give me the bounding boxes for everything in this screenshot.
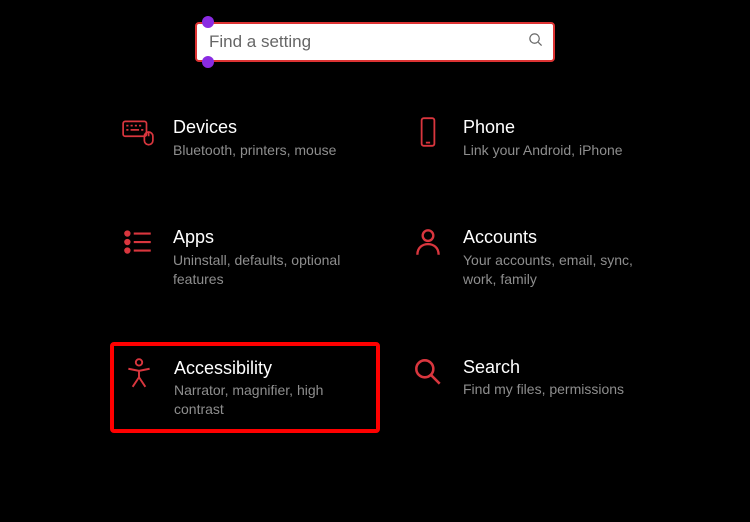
category-title: Devices bbox=[173, 117, 369, 139]
person-icon bbox=[411, 225, 445, 259]
category-search[interactable]: Search Find my files, permissions bbox=[400, 342, 670, 433]
category-title: Search bbox=[463, 357, 659, 379]
category-accounts[interactable]: Accounts Your accounts, email, sync, wor… bbox=[400, 212, 670, 301]
search-input[interactable] bbox=[195, 22, 555, 62]
category-phone[interactable]: Phone Link your Android, iPhone bbox=[400, 102, 670, 172]
category-desc: Bluetooth, printers, mouse bbox=[173, 141, 363, 160]
category-text: Search Find my files, permissions bbox=[463, 355, 659, 399]
category-devices[interactable]: Devices Bluetooth, printers, mouse bbox=[110, 102, 380, 172]
keyboard-mouse-icon bbox=[121, 115, 155, 149]
category-text: Accessibility Narrator, magnifier, high … bbox=[174, 356, 368, 419]
category-text: Accounts Your accounts, email, sync, wor… bbox=[463, 225, 659, 288]
category-desc: Find my files, permissions bbox=[463, 380, 653, 399]
category-text: Devices Bluetooth, printers, mouse bbox=[173, 115, 369, 159]
list-icon bbox=[121, 225, 155, 259]
category-apps[interactable]: Apps Uninstall, defaults, optional featu… bbox=[110, 212, 380, 301]
category-desc: Link your Android, iPhone bbox=[463, 141, 653, 160]
category-title: Accessibility bbox=[174, 358, 368, 380]
settings-categories: Devices Bluetooth, printers, mouse Phone… bbox=[0, 102, 750, 433]
category-accessibility[interactable]: Accessibility Narrator, magnifier, high … bbox=[110, 342, 380, 433]
category-desc: Uninstall, defaults, optional features bbox=[173, 251, 363, 289]
category-title: Accounts bbox=[463, 227, 659, 249]
accessibility-icon bbox=[122, 356, 156, 390]
phone-icon bbox=[411, 115, 445, 149]
magnify-icon bbox=[411, 355, 445, 389]
category-text: Phone Link your Android, iPhone bbox=[463, 115, 659, 159]
category-title: Apps bbox=[173, 227, 369, 249]
category-desc: Narrator, magnifier, high contrast bbox=[174, 381, 364, 419]
category-title: Phone bbox=[463, 117, 659, 139]
cursor-indicator-top bbox=[202, 16, 214, 28]
cursor-indicator-bottom bbox=[202, 56, 214, 68]
category-desc: Your accounts, email, sync, work, family bbox=[463, 251, 653, 289]
category-text: Apps Uninstall, defaults, optional featu… bbox=[173, 225, 369, 288]
search-container bbox=[195, 22, 555, 62]
